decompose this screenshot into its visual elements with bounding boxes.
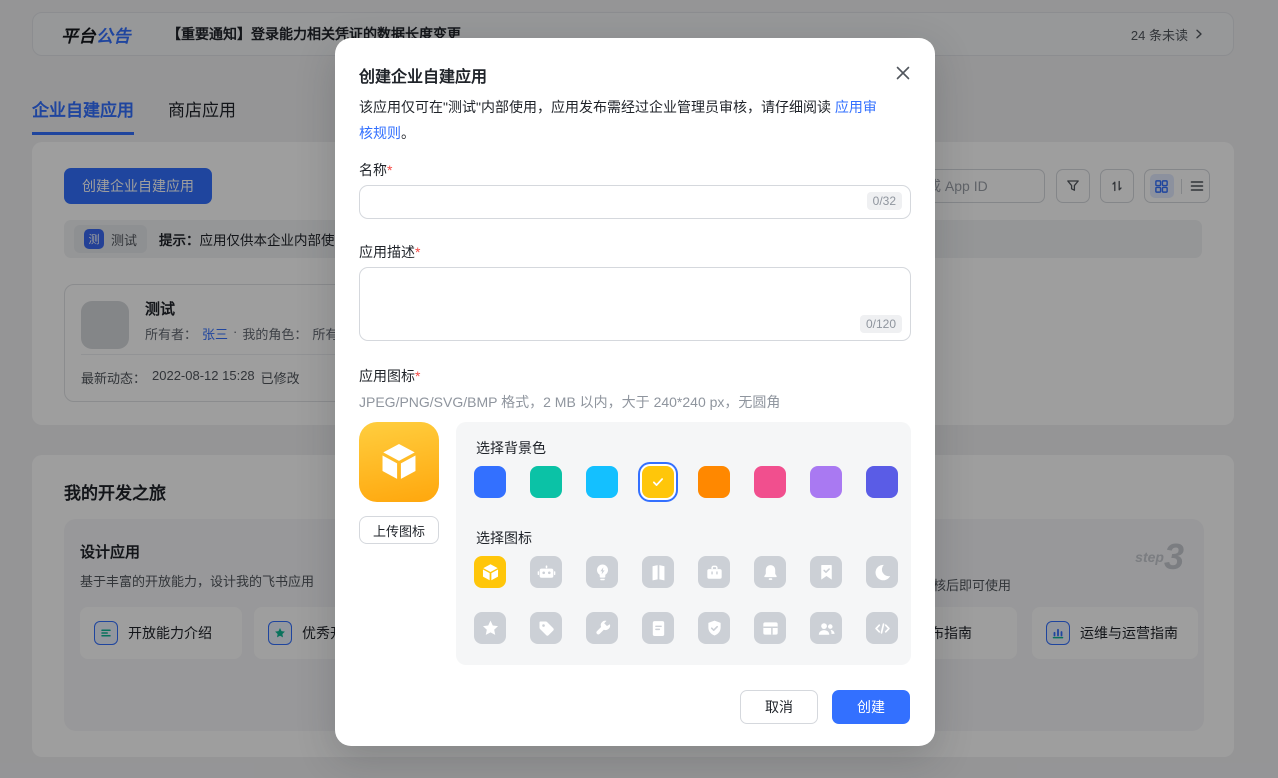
- bookmark-check-icon[interactable]: [810, 556, 842, 588]
- modal-desc-text: 该应用仅可在"测试"内部使用，应用发布需经过企业管理员审核，请仔细阅读: [359, 99, 835, 115]
- name-label: 名称*: [359, 160, 392, 180]
- bg-color-swatches: [474, 466, 898, 498]
- app-desc-label: 应用描述*: [359, 242, 420, 262]
- indigo-color-swatch[interactable]: [866, 466, 898, 498]
- bulb-icon[interactable]: [586, 556, 618, 588]
- app-icon-preview: [359, 422, 439, 502]
- moon-icon[interactable]: [866, 556, 898, 588]
- robot-icon[interactable]: [530, 556, 562, 588]
- check-icon: [649, 473, 667, 491]
- book-icon[interactable]: [642, 556, 674, 588]
- app-icon-label-text: 应用图标: [359, 368, 415, 384]
- modal-title: 创建企业自建应用: [359, 63, 487, 87]
- required-mark: *: [387, 162, 392, 178]
- document-icon[interactable]: [642, 612, 674, 644]
- close-icon: [894, 64, 912, 82]
- create-button[interactable]: 创建: [832, 690, 910, 724]
- name-input[interactable]: [359, 185, 911, 219]
- modal-desc-period: 。: [401, 125, 415, 141]
- app-icon-label: 应用图标*: [359, 366, 420, 386]
- icon-picker-panel: 选择背景色 选择图标: [456, 422, 911, 665]
- layout-icon[interactable]: [754, 612, 786, 644]
- required-mark: *: [415, 368, 420, 384]
- wrench-icon[interactable]: [586, 612, 618, 644]
- users-icon[interactable]: [810, 612, 842, 644]
- icon-options-grid: [474, 556, 898, 644]
- name-field-wrap: 0/32: [359, 185, 911, 219]
- star-icon[interactable]: [474, 612, 506, 644]
- shield-check-icon[interactable]: [698, 612, 730, 644]
- app-desc-field-wrap: 0/120: [359, 267, 911, 341]
- name-counter: 0/32: [867, 192, 902, 210]
- cyan-color-swatch[interactable]: [586, 466, 618, 498]
- purple-color-swatch[interactable]: [810, 466, 842, 498]
- name-label-text: 名称: [359, 162, 387, 178]
- blue-color-swatch[interactable]: [474, 466, 506, 498]
- pink-color-swatch[interactable]: [754, 466, 786, 498]
- tag-icon[interactable]: [530, 612, 562, 644]
- bell-icon[interactable]: [754, 556, 786, 588]
- modal-description: 该应用仅可在"测试"内部使用，应用发布需经过企业管理员审核，请仔细阅读 应用审核…: [359, 94, 881, 146]
- orange-color-swatch[interactable]: [698, 466, 730, 498]
- close-button[interactable]: [891, 61, 915, 85]
- icon-format-hint: JPEG/PNG/SVG/BMP 格式，2 MB 以内，大于 240*240 p…: [359, 392, 780, 412]
- upload-icon-button[interactable]: 上传图标: [359, 516, 439, 544]
- app-desc-textarea[interactable]: [359, 267, 911, 341]
- bg-color-label: 选择背景色: [476, 438, 546, 458]
- yellow-color-swatch[interactable]: [642, 466, 674, 498]
- cube-icon[interactable]: [474, 556, 506, 588]
- green-color-swatch[interactable]: [530, 466, 562, 498]
- choose-icon-label: 选择图标: [476, 528, 532, 548]
- code-icon[interactable]: [866, 612, 898, 644]
- briefcase-icon[interactable]: [698, 556, 730, 588]
- cube-icon: [376, 439, 422, 485]
- app-desc-label-text: 应用描述: [359, 244, 415, 260]
- cancel-button[interactable]: 取消: [740, 690, 818, 724]
- app-desc-counter: 0/120: [860, 315, 902, 333]
- required-mark: *: [415, 244, 420, 260]
- create-app-modal: 创建企业自建应用 该应用仅可在"测试"内部使用，应用发布需经过企业管理员审核，请…: [335, 38, 935, 746]
